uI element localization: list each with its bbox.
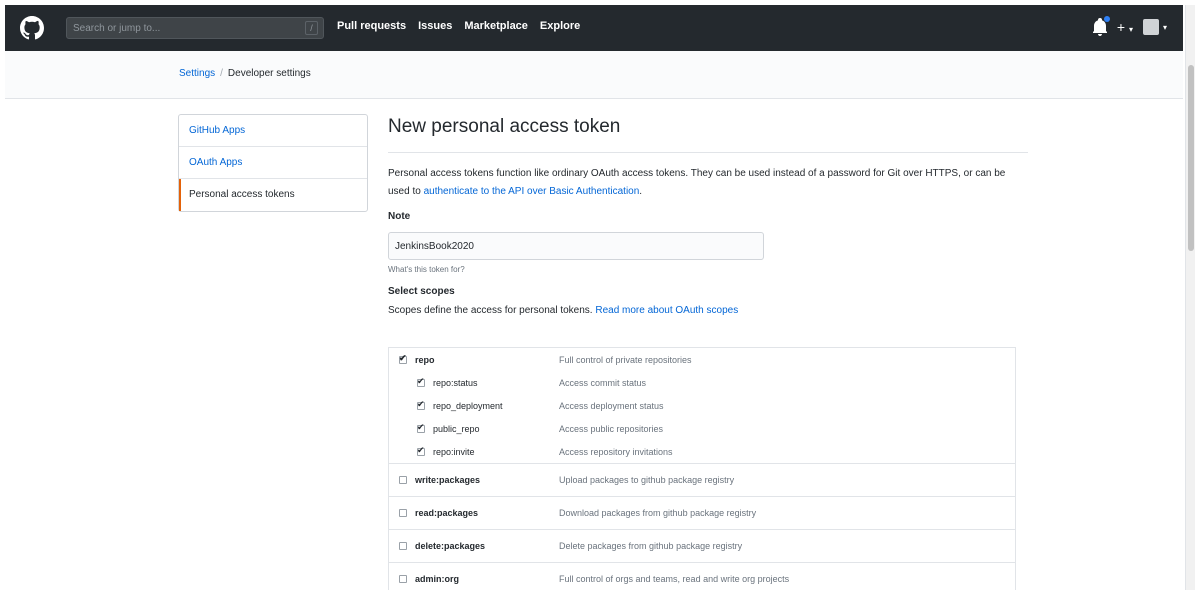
nav-explore[interactable]: Explore (540, 20, 580, 32)
scope-description: Access deployment status (559, 400, 664, 411)
chevron-down-icon: ▾ (1128, 25, 1133, 34)
github-logo-icon[interactable] (20, 16, 44, 40)
note-input[interactable] (388, 232, 764, 260)
create-new-plus-icon[interactable]: + ▾ (1117, 19, 1133, 35)
scope-description: Upload packages to github package regist… (559, 475, 735, 485)
basic-auth-link[interactable]: authenticate to the API over Basic Authe… (424, 186, 640, 197)
avatar (1142, 19, 1159, 35)
scope-group-read-packages: read:packages Download packages from git… (389, 497, 1015, 530)
profile-menu[interactable]: ▾ (1142, 19, 1167, 35)
scope-checkbox[interactable] (399, 476, 407, 484)
token-description: Personal access tokens function like ord… (388, 168, 1006, 197)
scope-name: delete:packages (415, 541, 486, 551)
oauth-scopes-link[interactable]: Read more about OAuth scopes (595, 305, 738, 316)
scope-group-delete-packages: delete:packages Delete packages from git… (389, 530, 1015, 563)
scope-name: read:packages (415, 508, 479, 518)
note-hint: What's this token for? (388, 265, 465, 274)
page-title: New personal access token (388, 116, 621, 137)
breadcrumb-current: Developer settings (227, 68, 311, 79)
divider (388, 152, 1028, 153)
scope-group-admin-org: admin:org Full control of orgs and teams… (389, 563, 1015, 590)
scope-checkbox[interactable] (417, 445, 425, 456)
scope-checkbox[interactable] (417, 422, 425, 433)
scope-description: Delete packages from github package regi… (559, 541, 743, 551)
scope-group-repo: repo Full control of private repositorie… (389, 348, 1015, 464)
scope-row: delete:packages Delete packages from git… (389, 530, 1015, 562)
search-box[interactable]: / (66, 17, 324, 39)
chevron-down-icon: ▾ (1162, 22, 1167, 32)
breadcrumb-settings-link[interactable]: Settings (179, 68, 215, 79)
notification-dot (1103, 16, 1110, 22)
scope-group-write-packages: write:packages Upload packages to github… (389, 464, 1015, 497)
scope-name: repo_deployment (433, 400, 503, 411)
nav-marketplace[interactable]: Marketplace (464, 20, 528, 32)
menu-item-github-apps[interactable]: GitHub Apps (179, 115, 367, 147)
token-form: New personal access token Personal acces… (388, 116, 1028, 316)
select-scopes-heading: Select scopes (388, 286, 455, 297)
scope-row: repo:status Access commit status (389, 371, 1015, 394)
global-nav: Pull requests Issues Marketplace Explore (337, 20, 580, 32)
scope-row: read:packages Download packages from git… (389, 497, 1015, 529)
scope-name: repo (415, 354, 435, 365)
scope-row: repo_deployment Access deployment status (389, 394, 1015, 417)
search-input[interactable] (67, 18, 287, 39)
scope-name: public_repo (433, 423, 480, 434)
note-label: Note (388, 211, 411, 222)
scope-row: admin:org Full control of orgs and teams… (389, 563, 1015, 590)
scope-description: Full control of orgs and teams, read and… (559, 574, 790, 584)
scope-checkbox[interactable] (399, 575, 407, 583)
settings-header: Settings / Developer settings (5, 51, 1183, 99)
header-actions: + ▾ ▾ (1092, 16, 1167, 36)
scope-name: admin:org (415, 574, 459, 584)
scope-description: Access commit status (559, 377, 647, 388)
scope-description: Access repository invitations (559, 446, 673, 457)
scope-description: Access public repositories (559, 423, 664, 434)
nav-pull-requests[interactable]: Pull requests (337, 20, 406, 32)
scope-row: write:packages Upload packages to github… (389, 464, 1015, 496)
scope-checkbox[interactable] (399, 542, 407, 550)
scope-row: repo:invite Access repository invitation… (389, 440, 1015, 463)
scopes-description: Scopes define the access for personal to… (388, 305, 739, 316)
top-navbar: / Pull requests Issues Marketplace Explo… (5, 5, 1183, 51)
scope-description: Download packages from github package re… (559, 508, 757, 518)
developer-settings-menu: GitHub Apps OAuth Apps Personal access t… (178, 114, 368, 212)
page-scrollbar[interactable] (1185, 5, 1195, 590)
scrollbar-thumb[interactable] (1188, 65, 1194, 251)
scope-description: Full control of private repositories (559, 354, 692, 365)
scope-checkbox[interactable] (417, 399, 425, 410)
slash-shortcut-hint: / (305, 21, 318, 35)
breadcrumb-separator: / (220, 68, 223, 79)
scope-checkbox[interactable] (417, 376, 425, 387)
scope-checkbox[interactable] (399, 353, 407, 364)
scope-name: repo:status (433, 377, 478, 388)
scope-row: repo Full control of private repositorie… (389, 348, 1015, 371)
scopes-list: repo Full control of private repositorie… (388, 347, 1016, 590)
scope-name: write:packages (415, 475, 481, 485)
menu-item-oauth-apps[interactable]: OAuth Apps (179, 147, 367, 179)
scope-name: repo:invite (433, 446, 475, 457)
scope-row: public_repo Access public repositories (389, 417, 1015, 440)
breadcrumb: Settings / Developer settings (179, 68, 311, 79)
scope-checkbox[interactable] (399, 509, 407, 517)
nav-issues[interactable]: Issues (418, 20, 452, 32)
menu-item-personal-access-tokens[interactable]: Personal access tokens (179, 179, 367, 211)
notifications-bell-icon[interactable] (1092, 16, 1110, 36)
